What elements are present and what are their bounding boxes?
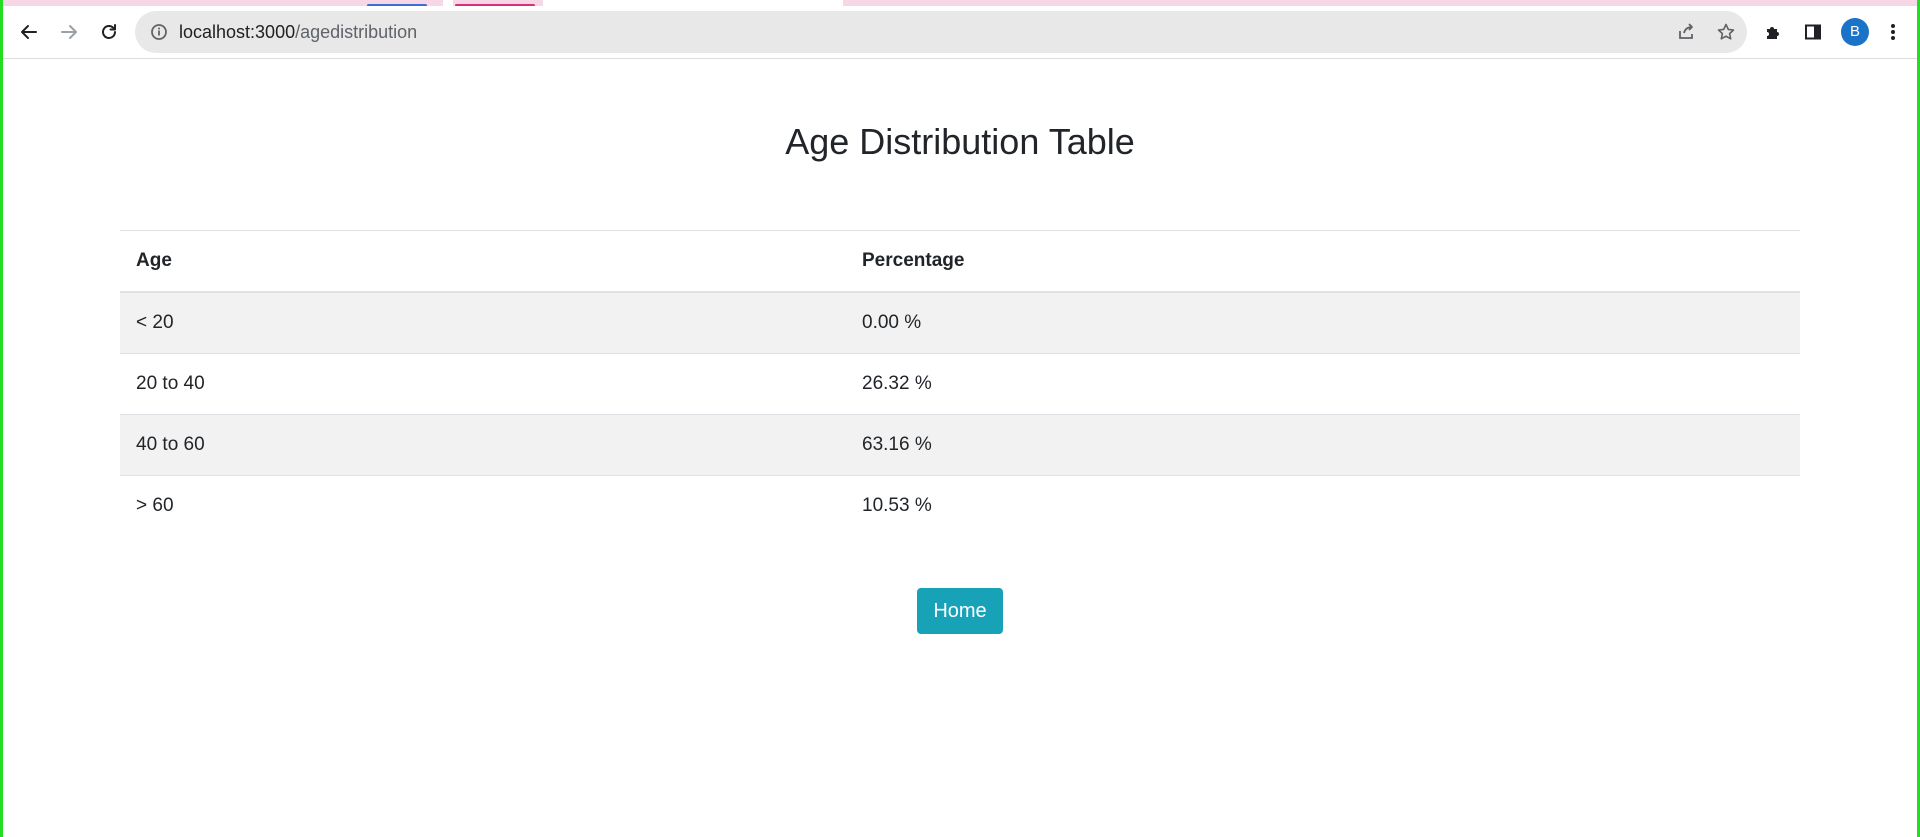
percentage-cell: 0.00 % (846, 291, 1800, 354)
table-row: 20 to 40 26.32 % (120, 353, 1800, 415)
side-panel-button[interactable] (1795, 14, 1831, 50)
table-row: 40 to 60 63.16 % (120, 414, 1800, 476)
table-header-row: Age Percentage (120, 230, 1800, 293)
extensions-button[interactable] (1755, 14, 1791, 50)
page-title: Age Distribution Table (785, 121, 1135, 162)
back-button[interactable] (11, 14, 47, 50)
column-header-percentage: Percentage (846, 230, 1800, 293)
column-header-age: Age (120, 230, 846, 293)
arrow-left-icon (19, 22, 39, 42)
home-button[interactable]: Home (917, 588, 1003, 634)
share-icon[interactable] (1675, 21, 1697, 43)
side-panel-icon (1803, 22, 1823, 42)
menu-button[interactable] (1879, 14, 1907, 50)
reload-icon (99, 22, 119, 42)
puzzle-icon (1763, 22, 1783, 42)
table-row: > 60 10.53 % (120, 475, 1800, 536)
avatar[interactable]: B (1841, 18, 1869, 46)
url-host: localhost:3000 (179, 22, 296, 42)
age-cell: < 20 (120, 291, 846, 354)
browser-toolbar: localhost:3000/agedistribution B (3, 6, 1917, 59)
percentage-cell: 10.53 % (846, 475, 1800, 536)
address-bar[interactable]: localhost:3000/agedistribution (135, 11, 1747, 53)
info-circle-icon[interactable] (149, 22, 169, 47)
arrow-right-icon (59, 22, 79, 42)
percentage-cell: 26.32 % (846, 353, 1800, 415)
star-icon[interactable] (1715, 21, 1737, 43)
age-cell: > 60 (120, 475, 846, 536)
age-distribution-table: Age Percentage < 20 0.00 % 20 to 40 26.3… (120, 230, 1800, 536)
percentage-cell: 63.16 % (846, 414, 1800, 476)
age-cell: 40 to 60 (120, 414, 846, 476)
forward-button[interactable] (51, 14, 87, 50)
reload-button[interactable] (91, 14, 127, 50)
url-text[interactable]: localhost:3000/agedistribution (179, 22, 417, 42)
age-cell: 20 to 40 (120, 353, 846, 415)
url-path: /agedistribution (295, 22, 418, 42)
table-row: < 20 0.00 % (120, 291, 1800, 354)
kebab-menu-icon (1890, 22, 1896, 42)
